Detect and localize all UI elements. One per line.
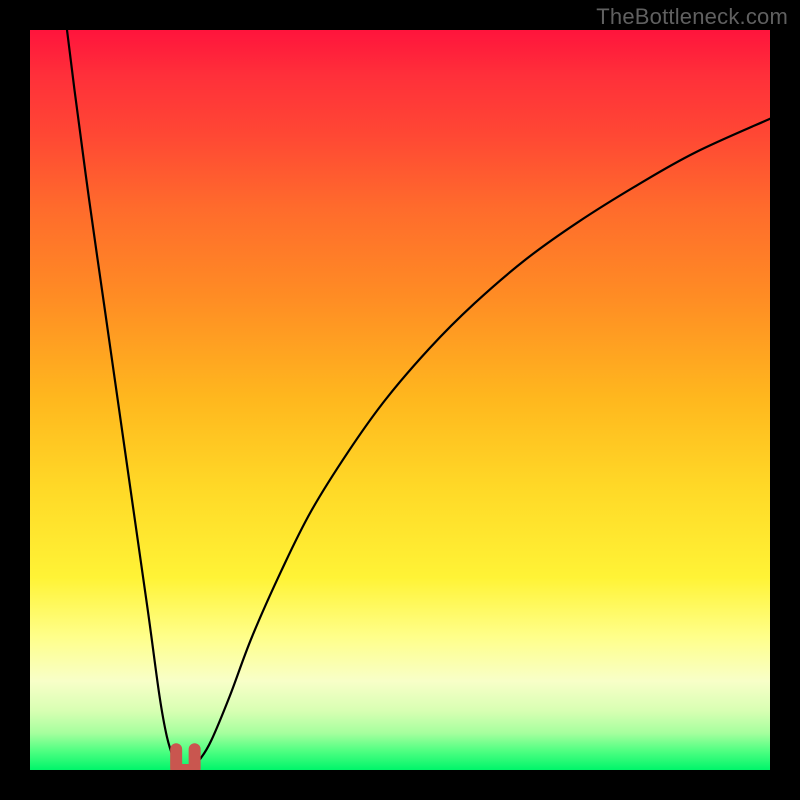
- chart-frame: TheBottleneck.com: [0, 0, 800, 800]
- bottleneck-curve-svg: [30, 30, 770, 770]
- plot-area: [30, 30, 770, 770]
- curve-right-branch: [193, 119, 770, 766]
- minimum-marker: [176, 749, 195, 770]
- curve-left-branch: [67, 30, 178, 766]
- watermark-text: TheBottleneck.com: [596, 4, 788, 30]
